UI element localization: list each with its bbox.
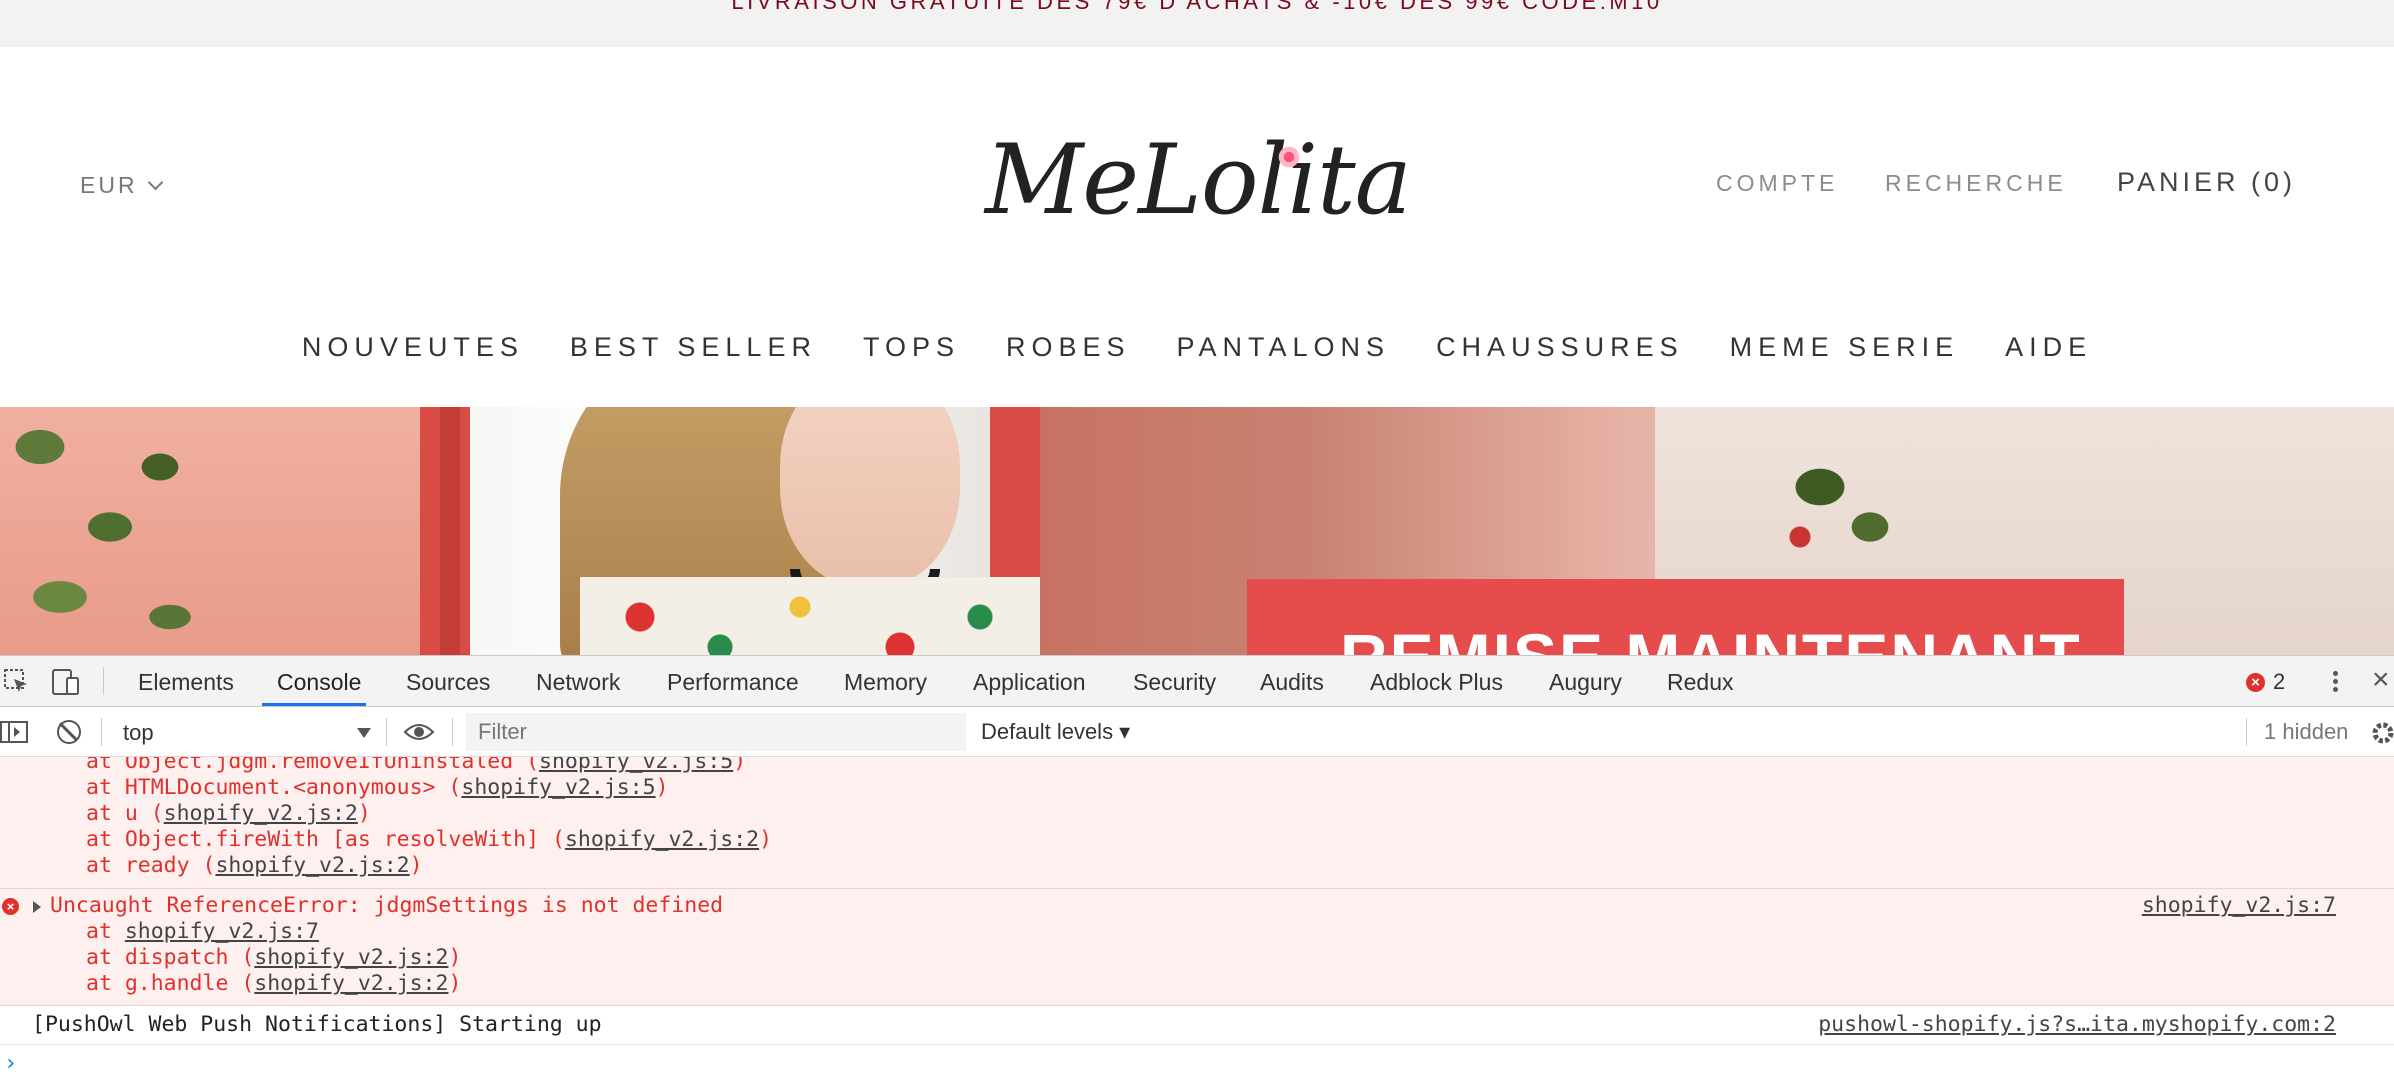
source-link[interactable]: shopify_v2.js:2 [254, 945, 448, 970]
divider [103, 667, 104, 695]
tab-augury[interactable]: Augury [1549, 669, 1622, 696]
hero-plant-right-image [1760, 427, 1920, 577]
eye-icon[interactable] [403, 721, 435, 743]
tab-elements[interactable]: Elements [138, 669, 234, 696]
source-link[interactable]: shopify_v2.js:2 [254, 971, 448, 996]
logo-flower-icon [1277, 145, 1301, 169]
expand-arrow-icon[interactable] [33, 901, 41, 913]
clear-console-icon[interactable] [57, 720, 81, 744]
nav-item-best-seller[interactable]: BEST SELLER [547, 332, 840, 363]
log-levels-dropdown[interactable]: Default levels ▾ [981, 719, 1130, 745]
console-prompt[interactable]: › [0, 1045, 2394, 1081]
stack-line: at shopify_v2.js:7 [86, 919, 320, 944]
console-log-message: [PushOwl Web Push Notifications] Startin… [0, 1006, 2394, 1045]
hero-banner[interactable]: REMISE MAINTENANT [0, 407, 2394, 655]
source-link[interactable]: pushowl-shopify.js?s…ita.myshopify.com:2 [1818, 1012, 2336, 1037]
gear-icon[interactable] [2370, 720, 2394, 746]
context-label: top [123, 720, 154, 745]
currency-selector[interactable]: EUR [80, 172, 163, 199]
source-link[interactable]: shopify_v2.js:5 [539, 757, 733, 774]
cart-link[interactable]: PANIER (0) [2117, 167, 2296, 198]
log-text: [PushOwl Web Push Notifications] Startin… [32, 1012, 602, 1037]
console-error-message: × Uncaught ReferenceError: jdgmSettings … [0, 889, 2394, 1006]
filter-input[interactable] [466, 713, 966, 751]
error-icon: × [2, 898, 19, 915]
tab-network[interactable]: Network [536, 669, 620, 696]
stack-line: at ready (shopify_v2.js:2) [86, 853, 423, 878]
nav-item-aide[interactable]: AIDE [1982, 332, 2115, 363]
search-link[interactable]: RECHERCHE [1885, 170, 2067, 197]
nav-item-pantalons[interactable]: PANTALONS [1154, 332, 1414, 363]
divider [386, 718, 387, 746]
source-link[interactable]: shopify_v2.js:2 [164, 801, 358, 826]
stack-line: at dispatch (shopify_v2.js:2) [86, 945, 462, 970]
devtools-panel: Elements Console Sources Network Perform… [0, 655, 2394, 1080]
devtools-tab-bar: Elements Console Sources Network Perform… [0, 656, 2394, 707]
hero-plant-image [0, 407, 210, 655]
tab-memory[interactable]: Memory [844, 669, 927, 696]
hero-door-frame [440, 407, 460, 655]
divider [101, 718, 102, 746]
console-error-message: at Object.jdgm.removeIfUninstaled (shopi… [0, 757, 2394, 889]
main-nav: NOUVEUTES BEST SELLER TOPS ROBES PANTALO… [0, 332, 2394, 363]
site-logo[interactable]: MeLolita [985, 132, 1412, 228]
stack-line: at Object.jdgm.removeIfUninstaled (shopi… [86, 757, 746, 774]
hidden-count: 1 hidden [2264, 719, 2349, 744]
nav-item-chaussures[interactable]: CHAUSSURES [1413, 332, 1707, 363]
promo-text: REMISE MAINTENANT [1340, 619, 2082, 655]
tab-console[interactable]: Console [277, 669, 361, 696]
context-selector[interactable]: top [113, 714, 375, 750]
nav-item-robes[interactable]: ROBES [983, 332, 1154, 363]
error-text: Uncaught ReferenceError: jdgmSettings is… [50, 893, 724, 918]
error-count: 2 [2273, 669, 2286, 694]
close-icon[interactable]: × [2372, 665, 2390, 695]
inspect-element-icon[interactable] [3, 668, 29, 694]
console-toolbar: top Default levels ▾ 1 hidden [0, 707, 2394, 757]
nav-item-tops[interactable]: TOPS [840, 332, 983, 363]
tab-application[interactable]: Application [973, 669, 1086, 696]
stack-line: at Object.fireWith [as resolveWith] (sho… [86, 827, 773, 852]
stack-line: at g.handle (shopify_v2.js:2) [86, 971, 462, 996]
divider [2246, 718, 2247, 746]
source-link[interactable]: shopify_v2.js:7 [2142, 893, 2336, 918]
account-link[interactable]: COMPTE [1716, 170, 1838, 197]
announcement-text: LIVRAISON GRATUITE DES 79€ D'ACHATS & -1… [731, 0, 1663, 14]
tab-security[interactable]: Security [1133, 669, 1216, 696]
tab-audits[interactable]: Audits [1260, 669, 1324, 696]
hero-model-dress [580, 577, 1040, 655]
divider [452, 718, 453, 746]
currency-label: EUR [80, 172, 138, 198]
hero-model-face [780, 407, 960, 587]
console-output: at Object.jdgm.removeIfUninstaled (shopi… [0, 757, 2394, 1081]
tab-performance[interactable]: Performance [667, 669, 799, 696]
source-link[interactable]: shopify_v2.js:2 [565, 827, 759, 852]
dropdown-arrow-icon [357, 728, 371, 738]
device-toolbar-icon[interactable] [50, 666, 80, 696]
source-link[interactable]: shopify_v2.js:7 [125, 919, 319, 944]
more-options-icon[interactable] [2325, 668, 2345, 696]
nav-item-nouveutes[interactable]: NOUVEUTES [279, 332, 547, 363]
prompt-caret-icon: › [4, 1051, 18, 1076]
tab-redux[interactable]: Redux [1667, 669, 1733, 696]
stack-line: at HTMLDocument.<anonymous> (shopify_v2.… [86, 775, 669, 800]
error-count-badge[interactable]: × 2 [2246, 669, 2285, 695]
chevron-down-icon [147, 174, 163, 191]
source-link[interactable]: shopify_v2.js:2 [215, 853, 409, 878]
tab-sources[interactable]: Sources [406, 669, 490, 696]
stack-line: at u (shopify_v2.js:2) [86, 801, 371, 826]
nav-item-meme-serie[interactable]: MEME SERIE [1707, 332, 1983, 363]
tab-adblock-plus[interactable]: Adblock Plus [1370, 669, 1503, 696]
source-link[interactable]: shopify_v2.js:5 [461, 775, 655, 800]
announcement-bar: LIVRAISON GRATUITE DES 79€ D'ACHATS & -1… [0, 0, 2394, 47]
active-tab-indicator [262, 703, 366, 706]
error-icon: × [2246, 672, 2265, 692]
promo-banner[interactable]: REMISE MAINTENANT [1247, 579, 2124, 655]
console-sidebar-icon[interactable] [0, 720, 28, 744]
